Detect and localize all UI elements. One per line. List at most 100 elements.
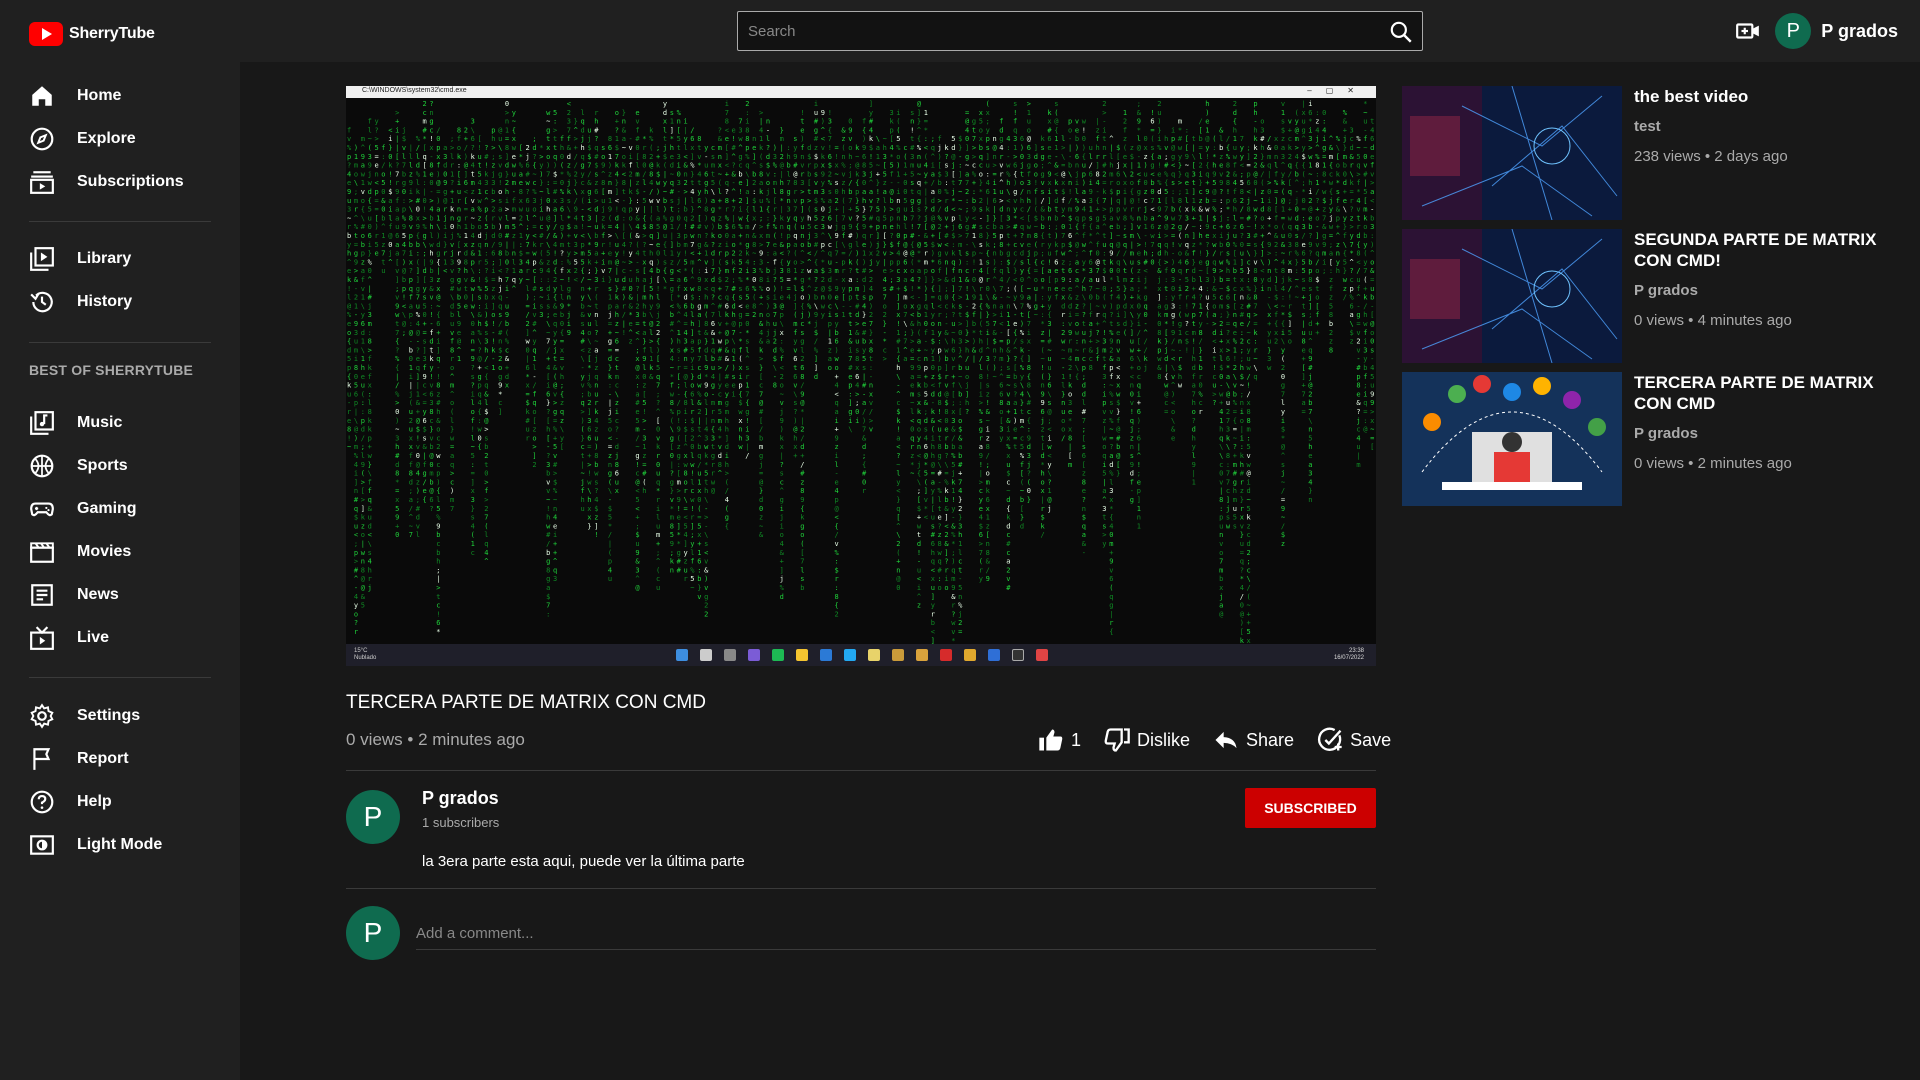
svg-text:a: a bbox=[690, 338, 694, 346]
sidebar-item-subscriptions[interactable]: Subscriptions bbox=[0, 162, 240, 202]
svg-text:{: { bbox=[1164, 179, 1168, 187]
svg-text:j: j bbox=[951, 162, 955, 170]
svg-text:d: d bbox=[1041, 452, 1045, 460]
sidebar-item-label: Settings bbox=[77, 707, 140, 725]
svg-text:|: | bbox=[931, 496, 935, 504]
svg-text:3: 3 bbox=[684, 338, 688, 346]
svg-text:-: - bbox=[883, 329, 887, 337]
svg-text:|: | bbox=[780, 206, 784, 214]
svg-text:0: 0 bbox=[423, 197, 427, 205]
svg-text:-: - bbox=[677, 390, 681, 398]
svg-text:!: ! bbox=[1041, 364, 1045, 372]
sidebar-item-library[interactable]: Library bbox=[0, 239, 240, 279]
sidebar-item-movies[interactable]: Movies bbox=[0, 532, 240, 572]
svg-text:d: d bbox=[684, 294, 688, 302]
svg-text:-: - bbox=[1171, 250, 1175, 258]
svg-text:e: e bbox=[1054, 285, 1058, 293]
svg-text:x: x bbox=[793, 443, 797, 451]
sidebar-item-music[interactable]: Music bbox=[0, 403, 240, 443]
sidebar-item-sports[interactable]: Sports bbox=[0, 446, 240, 486]
sidebar-item-gaming[interactable]: Gaming bbox=[0, 489, 240, 529]
svg-text:h: h bbox=[965, 399, 969, 407]
svg-text:n: n bbox=[1137, 514, 1141, 522]
svg-text:h: h bbox=[361, 364, 365, 372]
svg-text:$: $ bbox=[553, 478, 557, 486]
sidebar-item-settings[interactable]: Settings bbox=[0, 696, 240, 736]
svg-text:b: b bbox=[450, 311, 454, 319]
svg-text:5: 5 bbox=[375, 241, 379, 249]
sidebar-item-history[interactable]: History bbox=[0, 282, 240, 322]
channel-name[interactable]: P grados bbox=[422, 788, 499, 809]
svg-text:&: & bbox=[780, 241, 785, 249]
svg-text:r: r bbox=[773, 206, 777, 214]
share-button[interactable]: Share bbox=[1212, 726, 1294, 754]
svg-text:s: s bbox=[759, 162, 763, 170]
svg-text:t: t bbox=[1102, 232, 1106, 240]
recommended-video[interactable]: the best video test 238 views • 2 days a… bbox=[1402, 86, 1902, 220]
subscribe-button[interactable]: SUBSCRIBED bbox=[1245, 788, 1376, 828]
svg-text:7: 7 bbox=[787, 179, 791, 187]
sidebar-item-report[interactable]: Report bbox=[0, 739, 240, 779]
svg-text:$: $ bbox=[938, 373, 942, 381]
svg-text:q: q bbox=[697, 452, 701, 460]
like-button[interactable]: 1 bbox=[1037, 726, 1081, 754]
svg-text:v: v bbox=[1109, 566, 1113, 574]
svg-text:~: ~ bbox=[917, 170, 921, 178]
svg-text:8: 8 bbox=[409, 470, 413, 478]
sidebar-item-live[interactable]: Live bbox=[0, 618, 240, 658]
svg-text:p: p bbox=[855, 188, 859, 196]
svg-text:p: p bbox=[869, 294, 873, 302]
svg-text:3: 3 bbox=[519, 258, 523, 266]
svg-text:t: t bbox=[642, 250, 646, 258]
svg-text:9: 9 bbox=[670, 540, 674, 548]
svg-text:&: & bbox=[732, 170, 737, 178]
svg-text:<: < bbox=[622, 170, 626, 178]
svg-text:2: 2 bbox=[828, 170, 832, 178]
svg-text:@: @ bbox=[429, 452, 434, 460]
svg-text:i: i bbox=[409, 188, 413, 196]
recommended-video[interactable]: SEGUNDA PARTE DE MATRIX CON CMD! P grado… bbox=[1402, 229, 1902, 363]
dislike-button[interactable]: Dislike bbox=[1103, 726, 1190, 754]
user-name[interactable]: P grados bbox=[1821, 21, 1898, 42]
svg-text:a: a bbox=[862, 399, 866, 407]
svg-text:h: h bbox=[1041, 470, 1045, 478]
search-icon[interactable] bbox=[1388, 19, 1414, 45]
sidebar-item-news[interactable]: News bbox=[0, 575, 240, 615]
create-video-icon[interactable] bbox=[1735, 18, 1761, 44]
svg-text:<: < bbox=[738, 302, 742, 310]
svg-text:=: = bbox=[375, 197, 379, 205]
comment-input[interactable] bbox=[416, 918, 1376, 950]
svg-text:^: ^ bbox=[381, 223, 385, 231]
sidebar-item-help[interactable]: Help bbox=[0, 782, 240, 822]
svg-text:f: f bbox=[677, 285, 681, 293]
svg-text:w: w bbox=[670, 390, 675, 398]
sidebar-item-explore[interactable]: Explore bbox=[0, 119, 240, 159]
svg-text:t: t bbox=[848, 320, 852, 328]
svg-text:}: } bbox=[1205, 250, 1209, 258]
svg-text:*: * bbox=[917, 285, 921, 293]
app-name: SherryTube bbox=[69, 25, 155, 43]
svg-text:\: \ bbox=[944, 461, 948, 469]
user-avatar[interactable]: P bbox=[1775, 13, 1812, 49]
svg-text:r: r bbox=[711, 461, 715, 469]
save-button[interactable]: Save bbox=[1316, 726, 1391, 754]
search-input[interactable] bbox=[738, 12, 1368, 50]
svg-text:2: 2 bbox=[883, 311, 887, 319]
recommended-video[interactable]: TERCERA PARTE DE MATRIX CON CMD P grados… bbox=[1402, 372, 1902, 506]
svg-text:x: x bbox=[979, 135, 983, 143]
svg-text:): ) bbox=[375, 223, 379, 231]
svg-text:[: [ bbox=[1082, 434, 1086, 442]
svg-text:h: h bbox=[649, 250, 653, 258]
sidebar-item-home[interactable]: Home bbox=[0, 76, 240, 116]
svg-text:@: @ bbox=[649, 320, 654, 328]
video-player[interactable]: C:\WINDOWS\system32\cmd.exe –▢✕ f v% p? 4 e 9… bbox=[346, 86, 1376, 666]
app-logo[interactable]: SherryTube bbox=[29, 22, 155, 46]
svg-text:~: ~ bbox=[979, 250, 983, 258]
svg-text:=: = bbox=[670, 276, 674, 284]
svg-text:7: 7 bbox=[450, 505, 454, 513]
svg-text:n: n bbox=[910, 118, 914, 126]
svg-text:n: n bbox=[1116, 338, 1120, 346]
svg-text:v: v bbox=[587, 311, 591, 319]
sidebar-item-light-mode[interactable]: Light Mode bbox=[0, 825, 240, 865]
channel-avatar[interactable]: P bbox=[346, 790, 400, 844]
